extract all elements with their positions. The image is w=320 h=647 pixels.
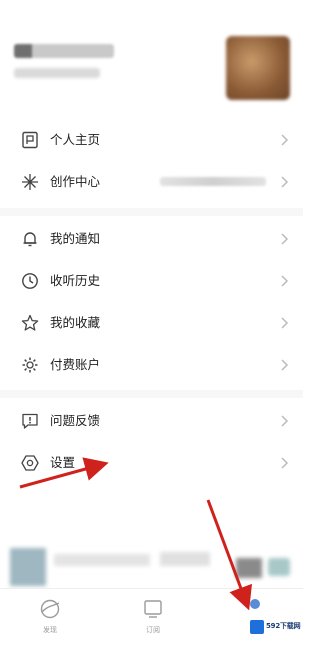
tab-label: 发现 <box>43 626 57 634</box>
chevron-right-icon <box>281 415 289 427</box>
chevron-right-icon <box>281 176 289 188</box>
section-divider <box>0 390 303 398</box>
watermark: 592下载网 <box>246 612 303 646</box>
menu-label: 收听历史 <box>50 273 101 288</box>
gear-icon <box>19 354 41 376</box>
chevron-right-icon <box>281 275 289 287</box>
chevron-right-icon <box>281 457 289 469</box>
settings-hexagon-icon <box>19 452 41 474</box>
menu-item-paid-account[interactable]: 付费账户 <box>0 345 303 385</box>
section-divider <box>0 208 303 216</box>
promo-thumb <box>236 558 262 578</box>
menu-item-listening-history[interactable]: 收听历史 <box>0 261 303 301</box>
clock-icon <box>19 270 41 292</box>
chevron-right-icon <box>281 233 289 245</box>
menu-label: 创作中心 <box>50 174 101 189</box>
tab-mine-indicator[interactable] <box>250 599 260 609</box>
promo-text-blurred <box>160 552 210 566</box>
watermark-text: 592下载网 <box>266 622 301 630</box>
profile-header[interactable] <box>0 0 303 118</box>
menu-item-homepage[interactable]: 个人主页 <box>0 120 303 160</box>
tab-subscribe[interactable]: 订阅 <box>123 597 183 641</box>
menu-item-creator-center[interactable]: 创作中心 <box>0 162 303 202</box>
chevron-right-icon <box>281 359 289 371</box>
menu-label: 个人主页 <box>50 132 101 147</box>
menu-label: 付费账户 <box>50 357 101 372</box>
star-icon <box>19 312 41 334</box>
menu-item-feedback[interactable]: 问题反馈 <box>0 401 303 441</box>
promo-thumb <box>10 548 46 586</box>
menu-label: 我的通知 <box>50 231 101 246</box>
bell-icon <box>19 228 41 250</box>
profile-subtitle-blurred <box>14 68 100 78</box>
menu-item-settings[interactable]: 设置 <box>0 443 303 483</box>
creator-stats-blurred <box>160 177 266 186</box>
discover-icon <box>40 599 60 619</box>
avatar[interactable] <box>226 36 290 100</box>
profile-page-icon <box>19 129 41 151</box>
menu-label: 设置 <box>50 455 76 470</box>
profile-name-blurred[interactable] <box>14 44 114 58</box>
chevron-right-icon <box>281 134 289 146</box>
menu-label: 我的收藏 <box>50 315 101 330</box>
promo-text-blurred <box>54 554 150 566</box>
promo-banner-blurred[interactable] <box>10 548 290 586</box>
tab-label: 订阅 <box>146 626 160 634</box>
tab-discover[interactable]: 发现 <box>20 597 80 641</box>
watermark-logo-icon <box>250 620 264 634</box>
chevron-right-icon <box>281 317 289 329</box>
subscribe-icon <box>144 600 162 618</box>
sparkle-icon <box>19 171 41 193</box>
feedback-icon <box>19 410 41 432</box>
promo-button-blurred[interactable] <box>268 558 290 576</box>
menu-item-favorites[interactable]: 我的收藏 <box>0 303 303 343</box>
menu-item-notifications[interactable]: 我的通知 <box>0 219 303 259</box>
menu-label: 问题反馈 <box>50 413 101 428</box>
